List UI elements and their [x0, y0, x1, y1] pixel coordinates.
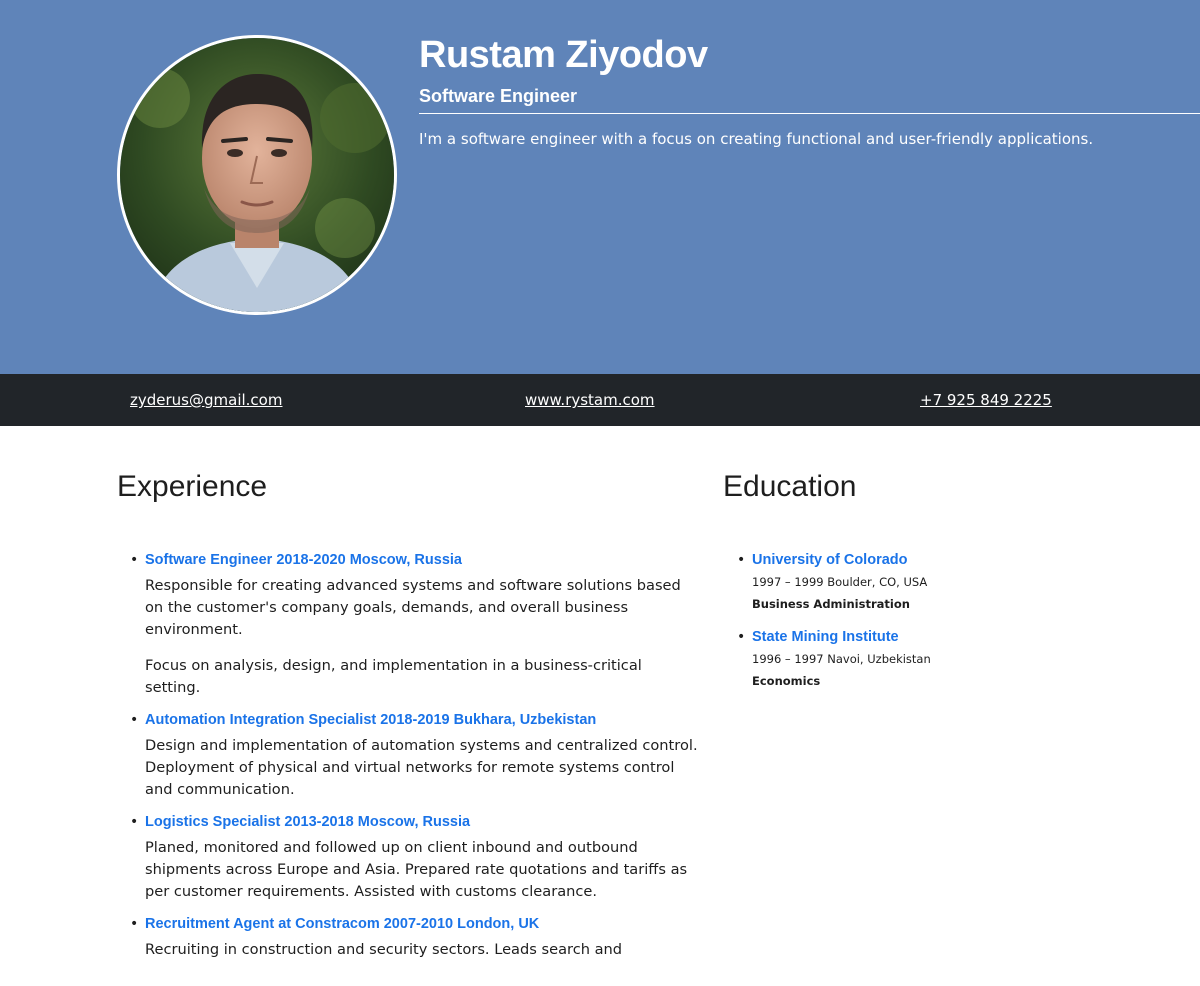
- profile-title: Software Engineer: [419, 85, 1200, 114]
- intro: Rustam Ziyodov Software Engineer I'm a s…: [419, 33, 1200, 149]
- education-item: • University of Colorado 1997 – 1999 Bou…: [737, 549, 1137, 613]
- education-list: • University of Colorado 1997 – 1999 Bou…: [737, 549, 1137, 703]
- experience-title-link[interactable]: Recruitment Agent at Constracom 2007-201…: [145, 913, 700, 935]
- experience-heading: Experience: [117, 470, 268, 503]
- education-item: • State Mining Institute 1996 – 1997 Nav…: [737, 626, 1137, 690]
- education-dates-location: 1997 – 1999 Boulder, CO, USA: [752, 575, 928, 589]
- profile-header: Rustam Ziyodov Software Engineer I'm a s…: [0, 0, 1200, 374]
- experience-item: • Logistics Specialist 2013-2018 Moscow,…: [130, 811, 700, 903]
- experience-title-link[interactable]: Software Engineer 2018-2020 Moscow, Russ…: [145, 549, 700, 571]
- contact-bar: zyderus@gmail.com www.rystam.com +7 925 …: [0, 374, 1200, 426]
- experience-title-link[interactable]: Logistics Specialist 2013-2018 Moscow, R…: [145, 811, 700, 833]
- profile-summary: I'm a software engineer with a focus on …: [419, 130, 1094, 148]
- bullet-icon: •: [130, 814, 139, 830]
- bullet-icon: •: [130, 916, 139, 932]
- email-link[interactable]: zyderus@gmail.com: [130, 374, 282, 426]
- website-link[interactable]: www.rystam.com: [525, 374, 655, 426]
- profile-name: Rustam Ziyodov: [419, 34, 708, 76]
- profile-photo: [120, 38, 394, 312]
- experience-description: Responsible for creating advanced system…: [145, 577, 681, 638]
- experience-description: Recruiting in construction and security …: [145, 941, 623, 958]
- experience-description: Focus on analysis, design, and implement…: [145, 657, 642, 696]
- experience-description: Planed, monitored and followed up on cli…: [145, 839, 688, 900]
- education-dates-location: 1996 – 1997 Navoi, Uzbekistan: [752, 652, 931, 666]
- experience-item: • Software Engineer 2018-2020 Moscow, Ru…: [130, 549, 700, 699]
- bullet-icon: •: [130, 712, 139, 728]
- experience-title-link[interactable]: Automation Integration Specialist 2018-2…: [145, 709, 700, 731]
- bullet-icon: •: [130, 552, 139, 568]
- experience-list: • Software Engineer 2018-2020 Moscow, Ru…: [130, 549, 700, 971]
- bullet-icon: •: [737, 552, 746, 568]
- education-school-link[interactable]: State Mining Institute: [752, 626, 1137, 648]
- bullet-icon: •: [737, 629, 746, 645]
- phone-link[interactable]: +7 925 849 2225: [920, 374, 1052, 426]
- experience-item: • Recruitment Agent at Constracom 2007-2…: [130, 913, 700, 961]
- education-school-link[interactable]: University of Colorado: [752, 549, 1137, 571]
- education-heading: Education: [723, 470, 857, 503]
- education-degree: Business Administration: [752, 597, 910, 611]
- education-degree: Economics: [752, 674, 821, 688]
- experience-description: Design and implementation of automation …: [145, 737, 698, 798]
- experience-item: • Automation Integration Specialist 2018…: [130, 709, 700, 801]
- avatar: [117, 35, 397, 315]
